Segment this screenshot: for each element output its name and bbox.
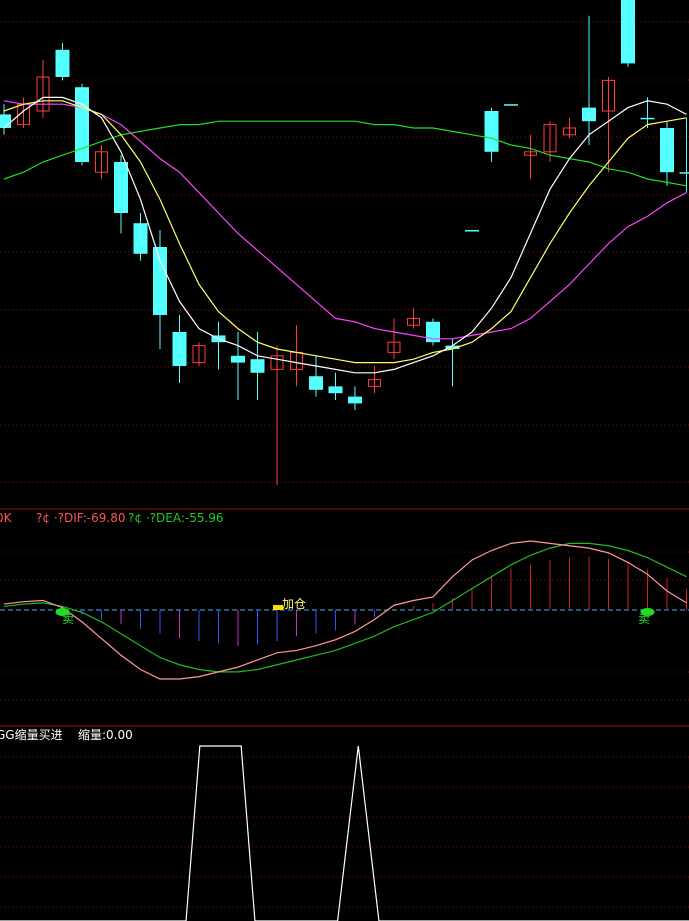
sell-signal-label-left: 卖 [62,612,75,626]
suoliang-line [0,745,689,921]
candle-body [75,87,89,162]
candle-body [465,230,479,232]
candle-body [231,355,245,363]
dif-label: ?¢ ·?DIF:-69.80 [36,511,126,525]
candle-body [582,107,596,122]
price-panel [0,0,689,485]
candle-body [133,223,148,254]
add-signal-label: 加仓 [282,597,307,611]
ma-white-line [3,96,687,374]
candle-body [484,111,499,152]
candle-body [172,332,187,366]
candle-body [309,376,323,390]
candle-body [55,49,70,77]
grid-lines [0,21,689,908]
candle-body [250,359,265,373]
candle-body [640,117,655,120]
macd-panel [0,540,689,680]
candle-body [679,172,689,174]
ma-green-line [3,120,687,187]
candle-body [153,247,167,315]
candle-body [328,386,343,394]
volume-value: 缩量:0.00 [78,728,133,742]
dea-line [3,542,687,673]
candle-body [621,0,635,64]
panel-separators [0,508,689,727]
macd-prefix: 0K [0,511,12,525]
candle-body [348,396,362,404]
candle-body [114,162,128,213]
volume-panel [0,745,689,921]
candle-body [660,128,674,173]
chart-stage [0,0,689,921]
sell-signal-label-right: 卖 [638,612,651,626]
dea-label: ?¢ ·?DEA:-55.96 [128,511,224,525]
candle-body [504,104,518,106]
volume-title: GG缩量买进 [0,728,63,742]
